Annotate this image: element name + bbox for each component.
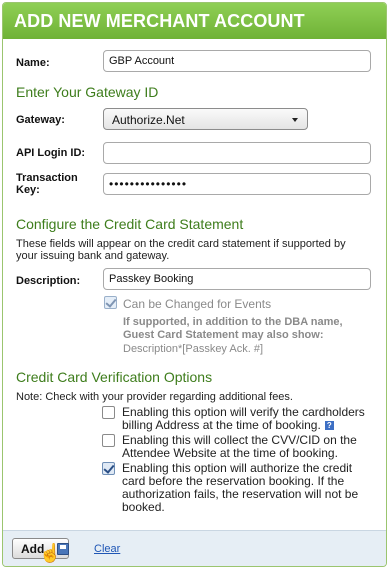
help-icon[interactable]: ? [324,421,334,431]
gateway-section-title: Enter Your Gateway ID [16,84,159,100]
transaction-key-label-line1: Transaction [16,172,78,184]
gateway-select-value: Authorize.Net [112,113,185,127]
transaction-key-input[interactable]: ••••••••••••••• [103,173,371,195]
authorize-card-checkbox[interactable] [102,462,115,475]
gateway-label: Gateway: [16,114,65,126]
verify-address-checkbox[interactable] [102,406,115,419]
collect-cvv-label: Enabling this will collect the CVV/CID o… [122,433,357,460]
can-change-label: Can be Changed for Events [123,297,272,311]
chevron-down-icon [292,118,298,122]
dba-note-line3: Description*[Passkey Ack. #] [123,343,264,355]
api-login-label: API Login ID: [16,147,86,159]
dba-note-line1: If supported, in addition to the DBA nam… [123,316,343,328]
name-label: Name: [16,57,50,69]
collect-cvv-checkbox[interactable] [102,434,115,447]
name-input[interactable] [103,50,371,72]
api-login-input[interactable] [103,142,371,164]
panel-header: ADD NEW MERCHANT ACCOUNT [3,3,386,39]
verification-note: Note: Check with your provider regarding… [16,391,293,403]
form-footer: Add ☝ Clear [3,530,386,566]
panel-title: ADD NEW MERCHANT ACCOUNT [14,11,305,31]
gateway-select[interactable]: Authorize.Net [103,108,308,130]
description-input[interactable] [103,268,371,290]
authorize-card-label: Enabling this option will authorize the … [122,461,359,514]
merchant-account-panel: ADD NEW MERCHANT ACCOUNT Name: Enter You… [2,2,387,567]
hand-cursor-icon: ☝ [39,543,62,563]
verify-address-option: Enabling this option will verify the car… [122,406,374,432]
description-label: Description: [16,275,81,287]
transaction-key-label-line2: Key: [16,184,40,196]
statement-section-title: Configure the Credit Card Statement [16,216,244,232]
clear-link[interactable]: Clear [94,543,120,555]
verification-section-title: Credit Card Verification Options [16,369,213,385]
can-change-checkbox[interactable] [104,296,117,309]
dba-note-line2: Guest Card Statement may also show: [123,329,324,341]
statement-note: These fields will appear on the credit c… [16,238,346,262]
